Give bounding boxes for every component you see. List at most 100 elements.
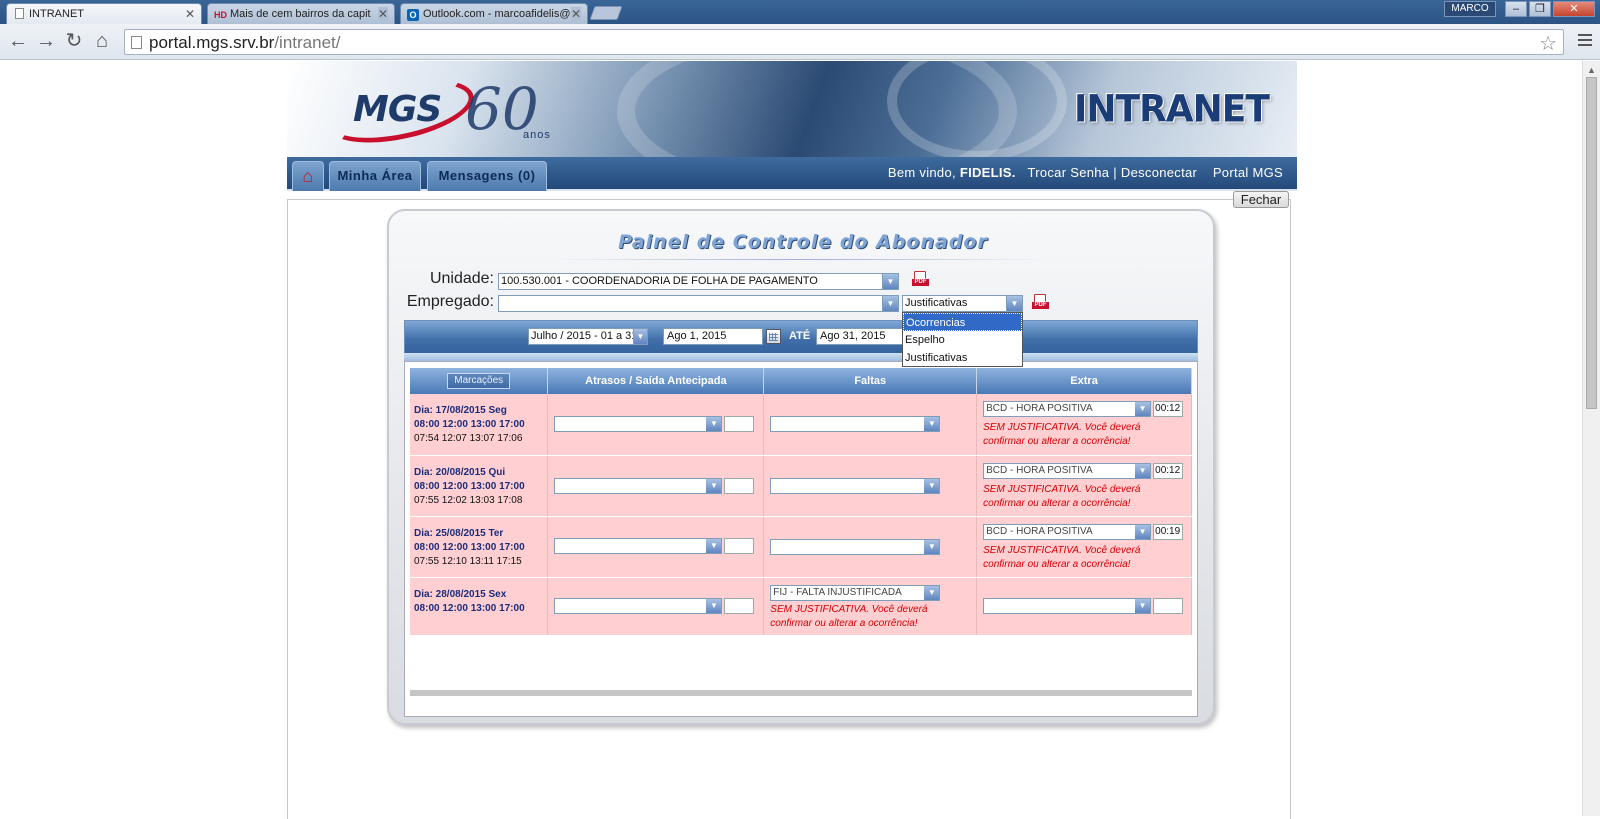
new-tab-button[interactable]: [589, 6, 623, 20]
browser-tab-outlook[interactable]: O Outlook.com - marcoafidelis@ ✕: [400, 3, 588, 24]
atraso-qty-input[interactable]: [724, 477, 755, 494]
marcacoes-cell: Dia: 25/08/2015 Ter 08:00 12:00 13:00 17…: [410, 516, 549, 578]
chevron-down-icon: ▼: [1135, 598, 1151, 613]
extra-select[interactable]: ▼: [983, 597, 1152, 614]
extra-cell: BCD - HORA POSITIVA ▼ 00:12 SEM JUSTIFICA…: [976, 394, 1192, 456]
calendar-icon[interactable]: [766, 329, 781, 344]
falta-select[interactable]: ▼: [770, 416, 941, 432]
extra-qty-input[interactable]: 00:19: [1153, 523, 1184, 540]
atraso-select[interactable]: ▼: [554, 537, 723, 554]
tab-title: Outlook.com - marcoafidelis@: [423, 8, 571, 20]
back-icon[interactable]: ←: [6, 29, 30, 53]
atraso-select[interactable]: ▼: [554, 477, 723, 494]
header-marcacoes: Marcações: [410, 368, 549, 394]
logo: MGS: [353, 89, 442, 130]
extra-select[interactable]: BCD - HORA POSITIVA ▼: [983, 462, 1152, 479]
tab-title: INTRANET: [29, 8, 84, 20]
browser-titlebar: INTRANET ✕ HD Mais de cem bairros da cap…: [0, 0, 1600, 25]
close-icon[interactable]: ✕: [185, 7, 195, 21]
star-icon[interactable]: ☆: [1539, 31, 1557, 56]
browser-tab-news[interactable]: HD Mais de cem bairros da capit ✕: [207, 3, 395, 24]
portal-link[interactable]: Portal MGS: [1213, 165, 1283, 180]
atraso-qty-input[interactable]: [724, 416, 755, 432]
chevron-down-icon: ▼: [882, 296, 898, 311]
table-scrollbar[interactable]: [410, 690, 1192, 696]
scrollbar-thumb[interactable]: [1586, 77, 1597, 409]
logout-link[interactable]: Desconectar: [1121, 165, 1197, 180]
table-row: Dia: 25/08/2015 Ter 08:00 12:00 13:00 17…: [410, 516, 1192, 578]
dropdown-option[interactable]: Espelho: [903, 331, 1022, 349]
report-type-value: Justificativas: [905, 297, 968, 309]
warning-text: SEM JUSTIFICATIVA. Você deverá confirmar …: [983, 483, 1141, 509]
scheduled-times: 08:00 12:00 13:00 17:00: [414, 541, 525, 553]
profile-button[interactable]: MARCO: [1444, 1, 1496, 17]
nav-home[interactable]: ⌂: [292, 161, 324, 191]
chevron-down-icon: ▼: [924, 539, 940, 554]
report-type-select[interactable]: Justificativas ▼: [902, 295, 1023, 312]
home-icon: ⌂: [302, 166, 314, 186]
table-row: Dia: 28/08/2015 Sex 08:00 12:00 13:00 17…: [410, 577, 1192, 636]
reload-icon[interactable]: ↻: [62, 29, 86, 53]
chevron-down-icon: ▼: [1135, 402, 1151, 416]
date-to-input[interactable]: Ago 31, 2015: [816, 328, 904, 345]
faltas-cell: ▼: [763, 394, 978, 456]
header-banner: MGS 60 anos INTRANET: [287, 61, 1297, 157]
nav-minha-area[interactable]: Minha Área: [329, 161, 421, 191]
atraso-select[interactable]: ▼: [554, 416, 723, 432]
extra-cell: BCD - HORA POSITIVA ▼ 00:19 SEM JUSTIFICA…: [976, 516, 1192, 578]
dropdown-option[interactable]: Ocorrencias: [903, 313, 1022, 331]
extra-qty-input[interactable]: 00:12: [1153, 462, 1184, 479]
atraso-qty-input[interactable]: [724, 537, 755, 554]
falta-select[interactable]: ▼: [770, 538, 941, 555]
close-icon[interactable]: ✕: [570, 7, 581, 21]
pdf-icon[interactable]: PDF: [1032, 294, 1049, 312]
dropdown-option[interactable]: Justificativas: [903, 349, 1022, 367]
empregado-select[interactable]: ▼: [498, 295, 899, 312]
atrasos-cell: ▼: [547, 516, 765, 578]
menu-icon[interactable]: [1578, 34, 1592, 49]
unidade-select[interactable]: 100.530.001 - COORDENADORIA DE FOLHA DE …: [498, 273, 899, 290]
url-path: /intranet/: [274, 33, 341, 52]
address-bar[interactable]: portal.mgs.srv.br/intranet/ ☆: [124, 29, 1564, 55]
falta-select[interactable]: ▼: [770, 477, 941, 494]
marcacoes-button[interactable]: Marcações: [447, 373, 511, 389]
atraso-qty-input[interactable]: [724, 597, 755, 614]
minimize-button[interactable]: –: [1505, 1, 1527, 17]
nav-mensagens[interactable]: Mensagens (0): [427, 161, 547, 191]
header-atrasos: Atrasos / Saída Antecipada: [547, 368, 765, 394]
atraso-select[interactable]: ▼: [554, 597, 723, 614]
ocorrencias-table: Marcações Atrasos / Saída Antecipada Fal…: [410, 368, 1192, 636]
home-icon[interactable]: ⌂: [90, 29, 114, 53]
empregado-label: Empregado:: [406, 293, 494, 310]
extra-cell: BCD - HORA POSITIVA ▼ 00:12 SEM JUSTIFICA…: [976, 455, 1192, 517]
scroll-up-icon[interactable]: ▲: [1587, 65, 1596, 75]
close-icon[interactable]: ✕: [377, 7, 388, 21]
panel-title: Painel de Controle do Abonador: [618, 231, 988, 253]
warning-text: SEM JUSTIFICATIVA. Você deverá confirmar …: [770, 603, 928, 629]
extra-select[interactable]: BCD - HORA POSITIVA ▼: [983, 523, 1152, 540]
close-button[interactable]: Fechar: [1233, 191, 1289, 208]
page-icon: [15, 8, 24, 19]
period-select[interactable]: Julho / 2015 - 01 a 31 ▼: [528, 328, 648, 345]
falta-select[interactable]: FIJ - FALTA INJUSTIFICADA ▼: [770, 584, 941, 601]
change-password-link[interactable]: Trocar Senha: [1027, 165, 1109, 180]
browser-tab-intranet[interactable]: INTRANET ✕: [6, 3, 202, 25]
date-from-input[interactable]: Ago 1, 2015: [663, 328, 763, 345]
extra-qty-input[interactable]: [1153, 597, 1184, 614]
table-row: Dia: 17/08/2015 Seg 08:00 12:00 13:00 17…: [410, 394, 1192, 456]
page-scrollbar[interactable]: ▲: [1582, 61, 1600, 816]
forward-icon[interactable]: →: [34, 29, 58, 53]
chevron-down-icon: ▼: [706, 478, 722, 493]
warning-text: SEM JUSTIFICATIVA. Você deverá confirmar …: [983, 544, 1141, 570]
day-label: Dia: 20/08/2015 Qui: [414, 466, 506, 478]
window-close-button[interactable]: ✕: [1553, 1, 1595, 17]
pdf-icon[interactable]: PDF: [912, 271, 929, 289]
extra-select[interactable]: BCD - HORA POSITIVA ▼: [983, 401, 1152, 417]
chevron-down-icon: ▼: [706, 538, 722, 553]
atrasos-cell: ▼: [547, 577, 765, 636]
table-row: Dia: 20/08/2015 Qui 08:00 12:00 13:00 17…: [410, 455, 1192, 517]
url-host: portal.mgs.srv.br: [149, 33, 275, 52]
extra-qty-input[interactable]: 00:12: [1153, 401, 1184, 417]
chevron-down-icon: ▼: [882, 274, 898, 289]
restore-button[interactable]: ❐: [1529, 1, 1551, 17]
